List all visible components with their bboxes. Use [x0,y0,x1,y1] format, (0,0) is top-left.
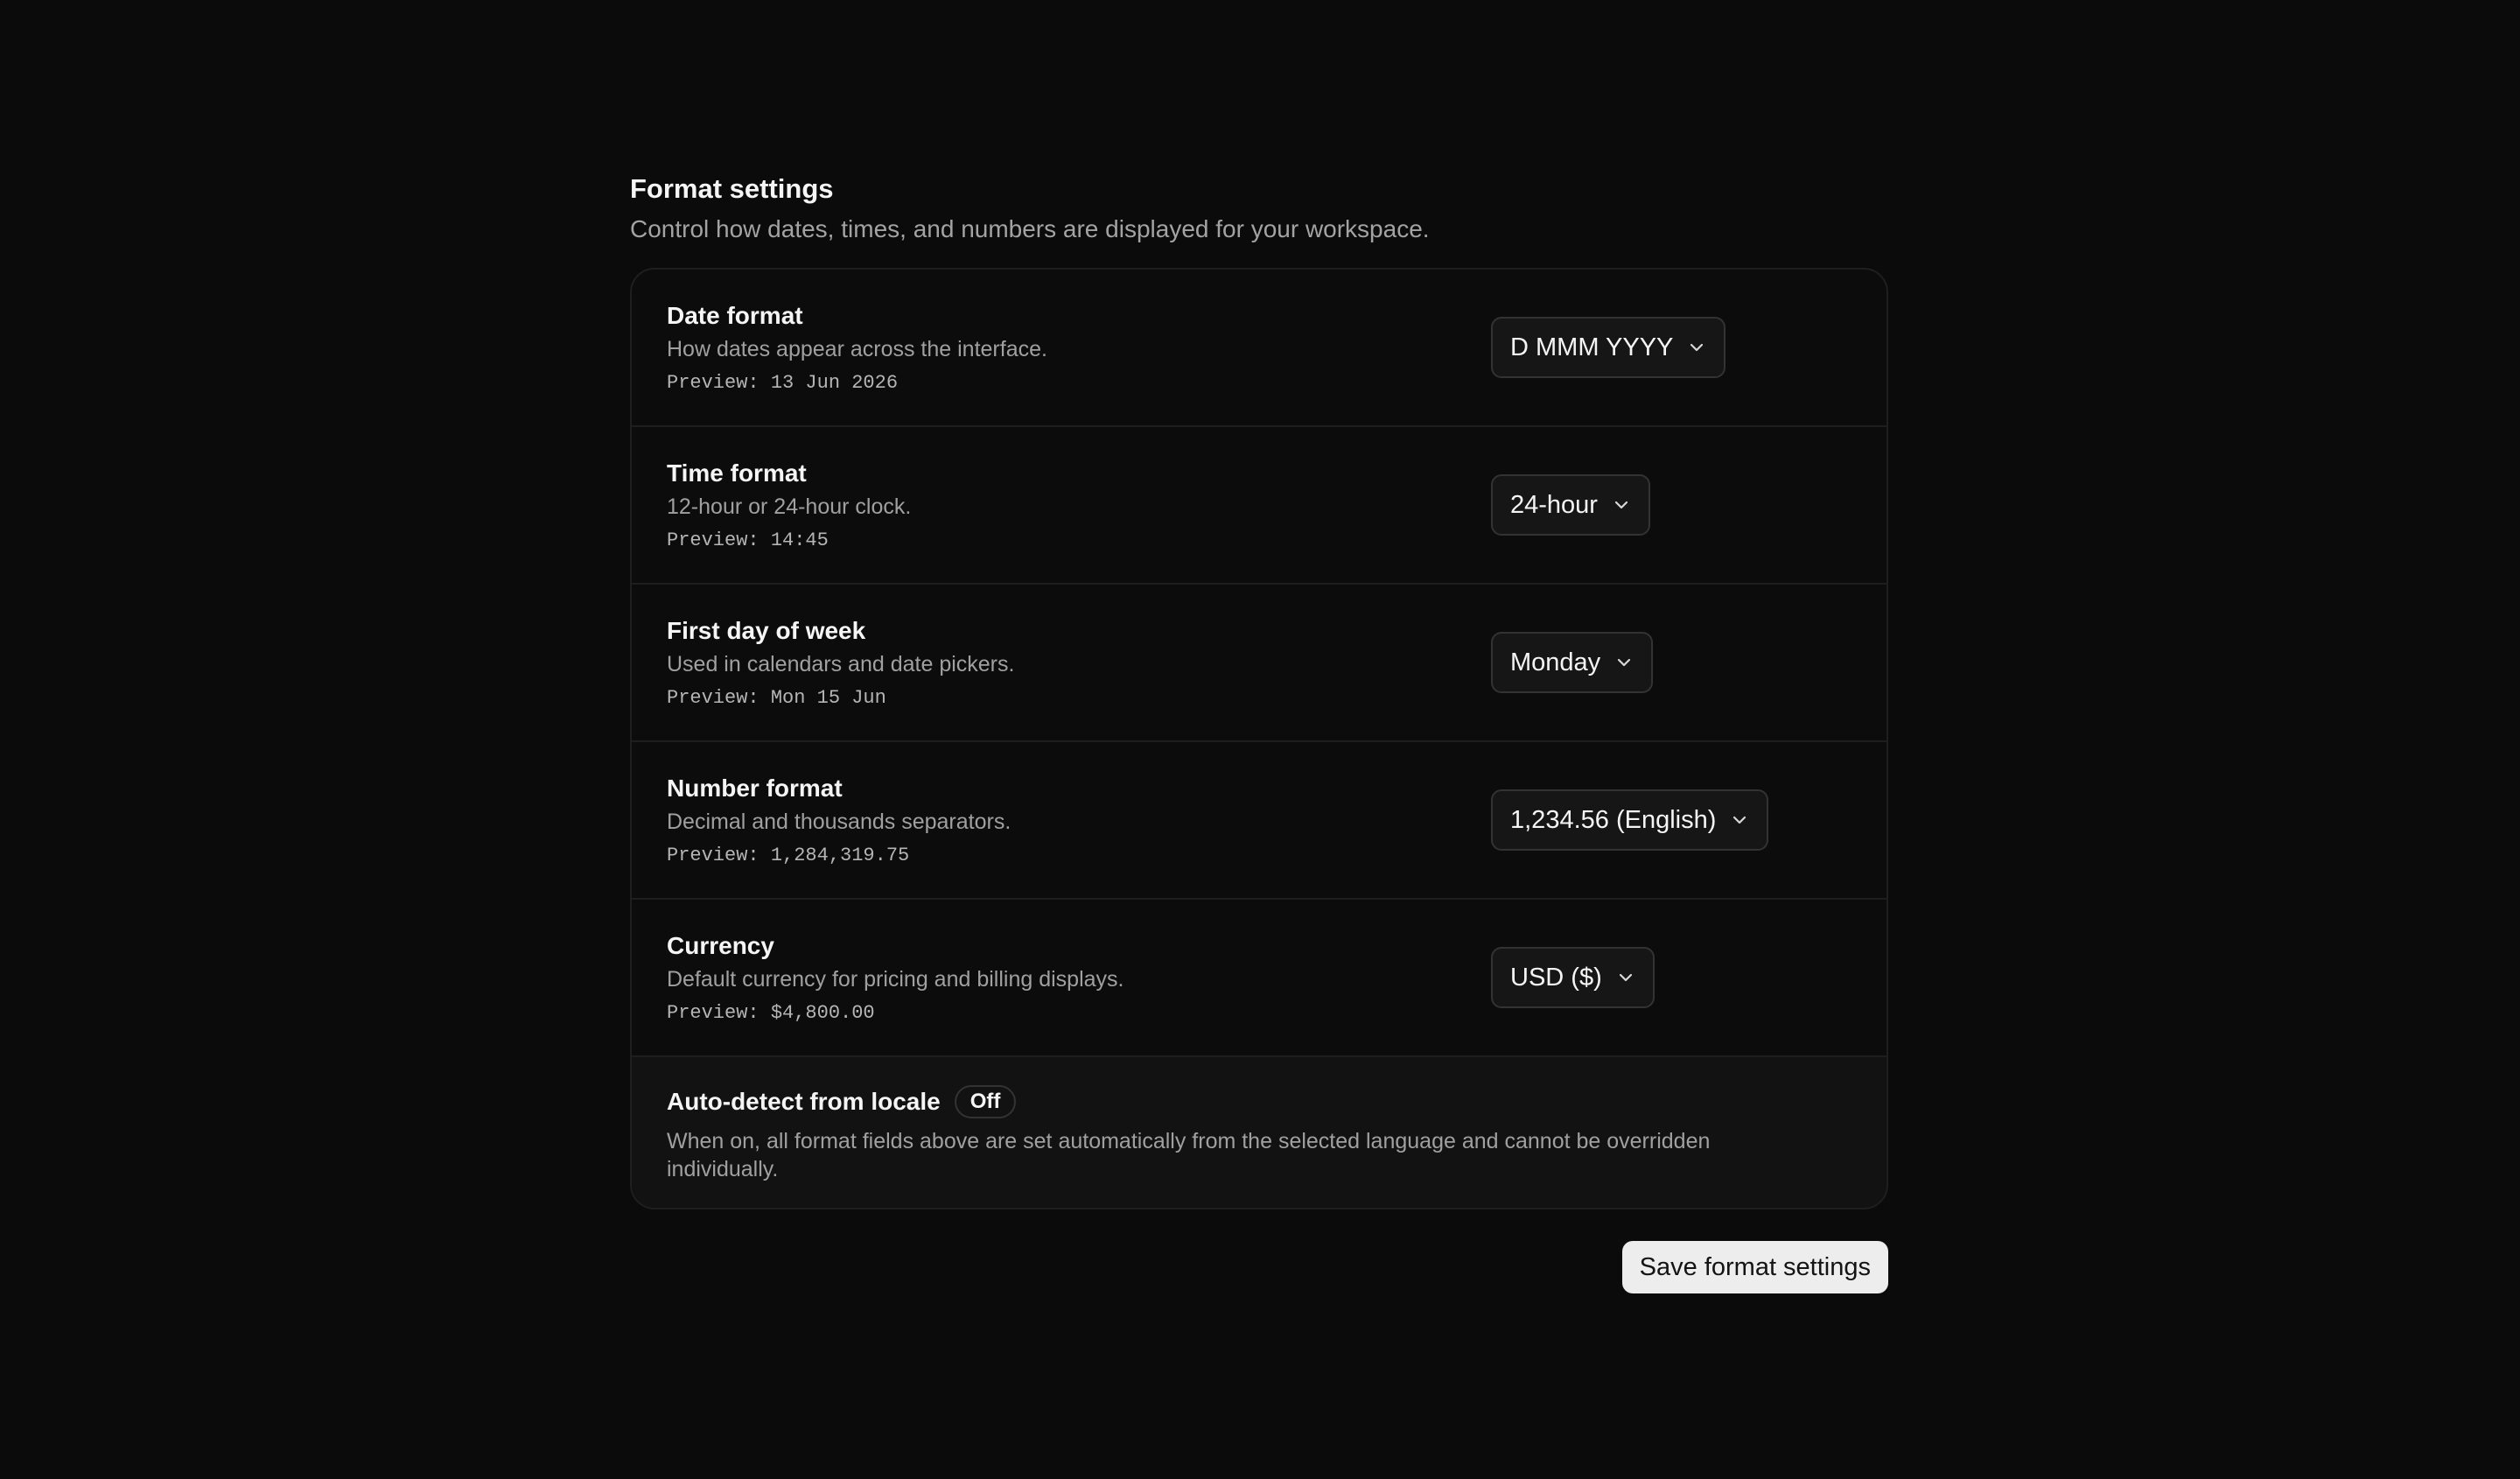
setting-row-date-format: Date format How dates appear across the … [632,270,1886,427]
page-subtitle: Control how dates, times, and numbers ar… [630,215,1430,242]
time-format-select[interactable]: 24-hour [1491,474,1650,536]
chevron-down-icon [1614,501,1628,509]
setting-row-time-format: Time format 12-hour or 24-hour clock. Pr… [632,427,1886,585]
setting-preview: Preview: Mon 15 Jun [667,687,886,709]
auto-detect-label: Auto-detect from locale [667,1088,941,1115]
chevron-down-icon [1619,973,1632,982]
setting-description: Default currency for pricing and billing… [667,967,1124,992]
setting-description: How dates appear across the interface. [667,337,1047,361]
date-format-select[interactable]: D MMM YYYY [1491,317,1726,378]
chevron-down-icon [1733,816,1746,824]
first-day-of-week-select[interactable]: Monday [1491,632,1654,693]
select-value: 24-hour [1510,490,1598,519]
setting-label: Time format [667,459,807,487]
setting-label: Currency [667,932,774,959]
currency-select[interactable]: USD ($) [1491,947,1655,1008]
chevron-down-icon [1690,343,1704,352]
format-settings-panel: Format settings Control how dates, times… [630,172,1888,1293]
setting-preview: Preview: 1,284,319.75 [667,845,910,866]
page-title: Format settings [630,173,834,204]
setting-row-currency: Currency Default currency for pricing an… [632,900,1886,1057]
select-value: D MMM YYYY [1510,333,1674,361]
setting-label: Date format [667,302,803,329]
save-format-settings-button[interactable]: Save format settings [1621,1241,1888,1293]
select-value: Monday [1510,648,1601,676]
setting-row-number-format: Number format Decimal and thousands sepa… [632,742,1886,900]
number-format-select[interactable]: 1,234.56 (English) [1491,789,1769,851]
setting-description: Decimal and thousands separators. [667,810,1012,834]
auto-detect-description: When on, all format fields above are set… [667,1129,1711,1181]
actions-bar: Save format settings [630,1241,1888,1293]
setting-label: Number format [667,775,843,802]
setting-description: Used in calendars and date pickers. [667,652,1015,676]
chevron-down-icon [1618,658,1631,667]
setting-label: First day of week [667,617,866,644]
select-value: 1,234.56 (English) [1510,805,1717,834]
select-value: USD ($) [1510,963,1602,992]
settings-card: Date format How dates appear across the … [630,268,1888,1209]
auto-detect-row: Auto-detect from locale Off When on, all… [632,1057,1886,1208]
setting-row-first-day-of-week: First day of week Used in calendars and … [632,585,1886,742]
setting-preview: Preview: $4,800.00 [667,1002,875,1024]
status-badge[interactable]: Off [954,1085,1017,1118]
setting-preview: Preview: 13 Jun 2026 [667,372,899,394]
setting-description: 12-hour or 24-hour clock. [667,494,912,519]
setting-preview: Preview: 14:45 [667,529,829,551]
